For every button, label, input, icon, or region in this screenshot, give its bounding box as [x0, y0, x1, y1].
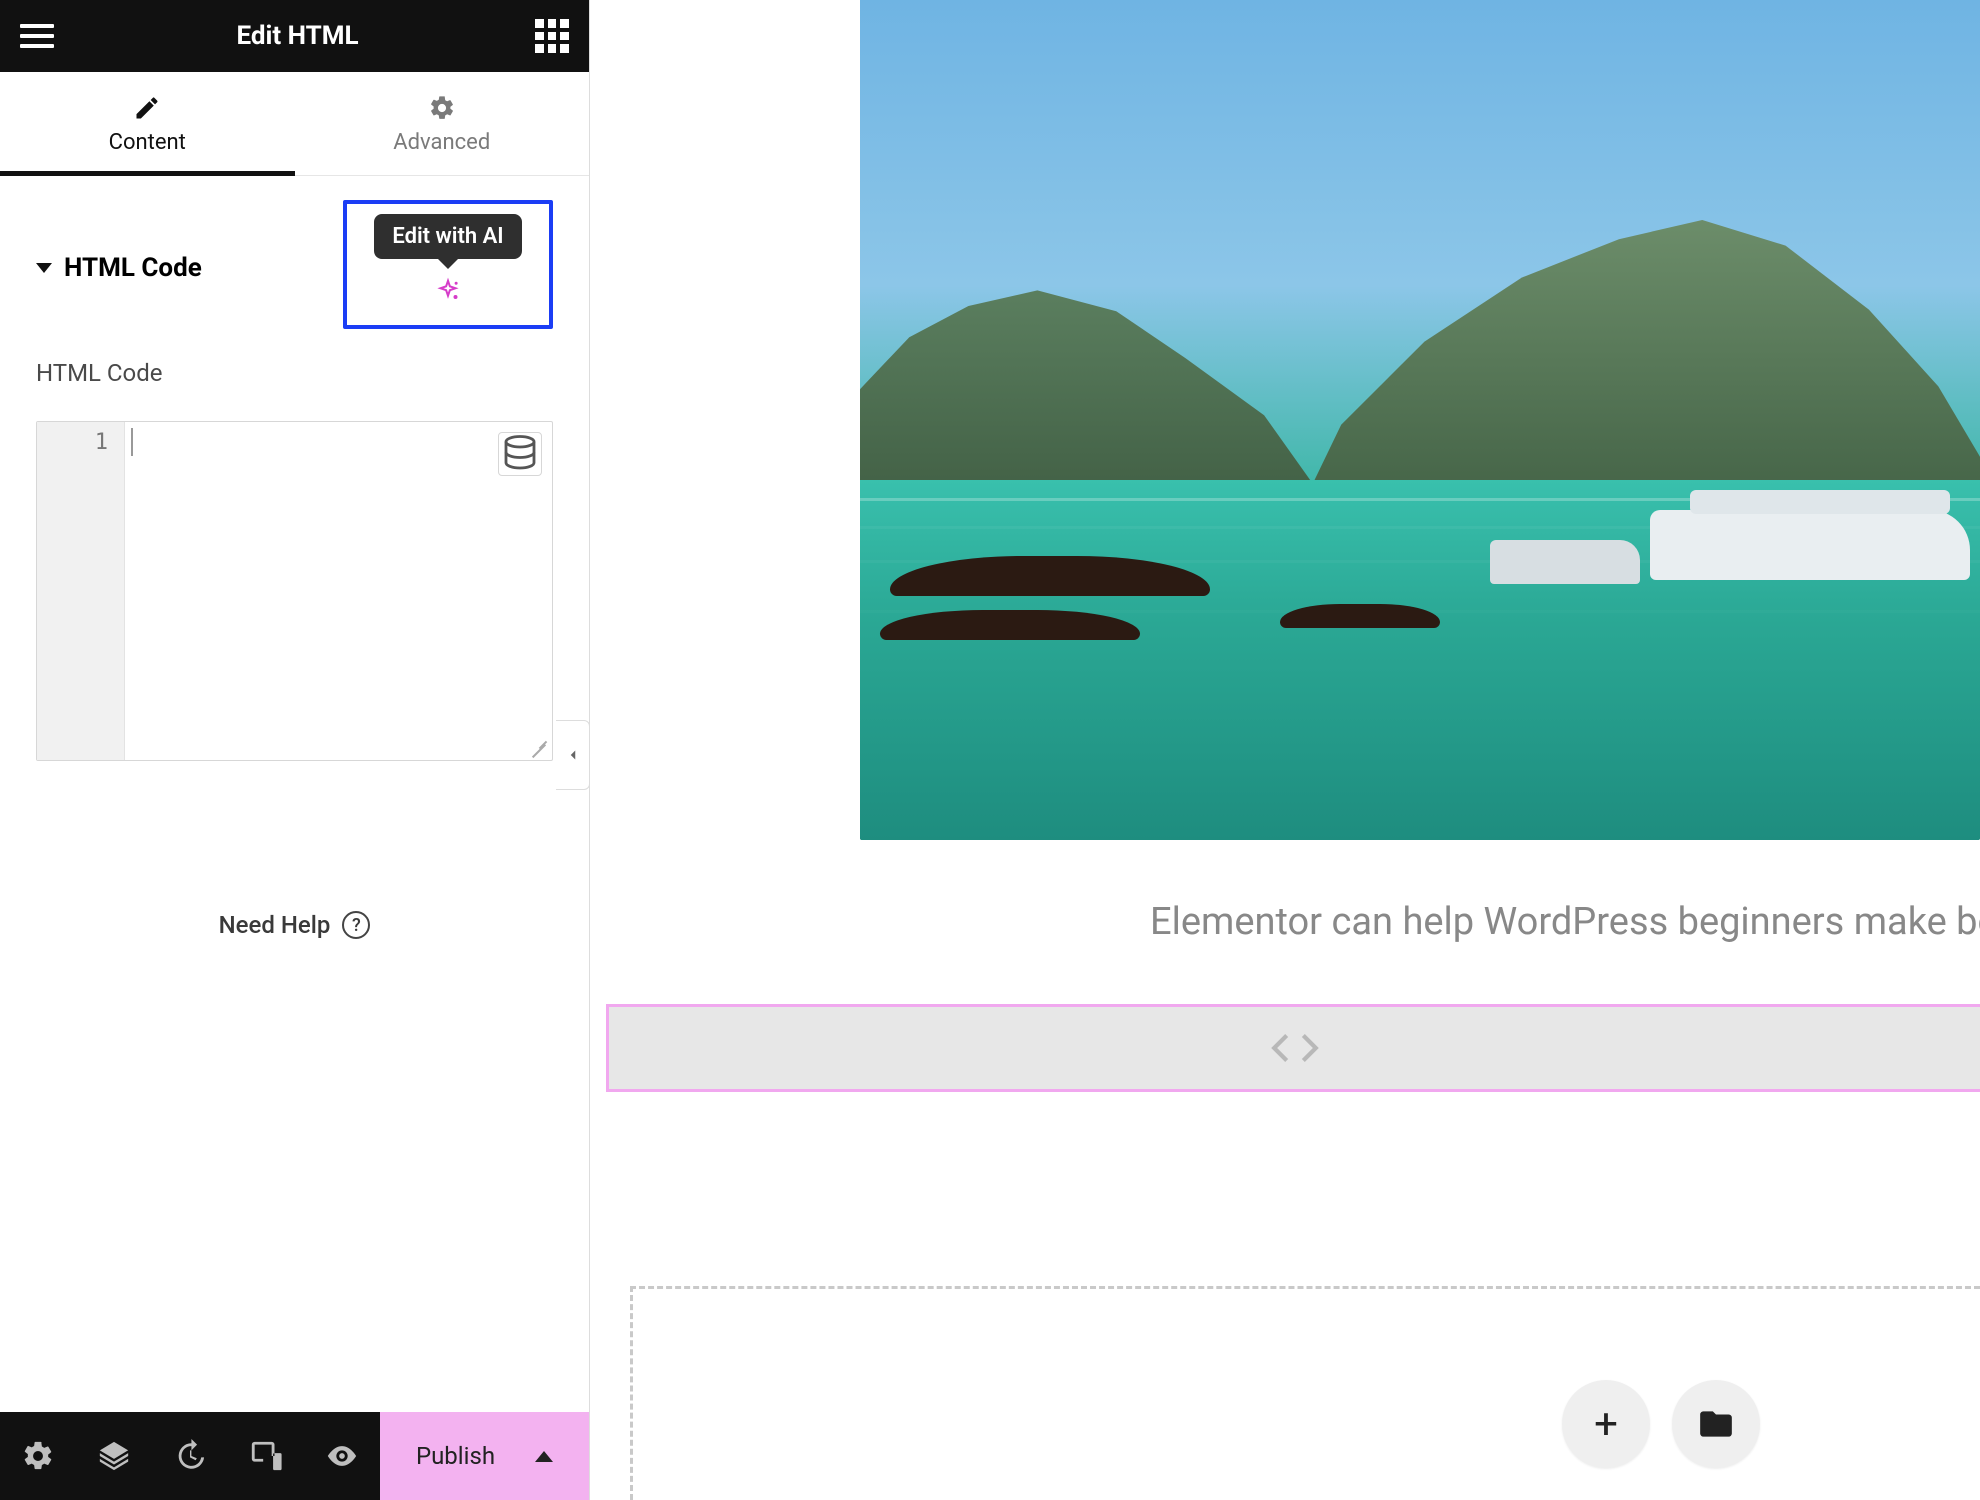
preview-button[interactable]	[320, 1434, 364, 1478]
tab-advanced-label: Advanced	[295, 130, 590, 155]
hero-caption: Elementor can help WordPress beginners m…	[1150, 900, 1980, 944]
menu-icon[interactable]	[20, 16, 60, 56]
responsive-icon	[249, 1439, 283, 1473]
layers-icon	[97, 1439, 131, 1473]
history-button[interactable]	[168, 1434, 212, 1478]
plus-icon: +	[1594, 1400, 1618, 1449]
help-icon: ?	[342, 911, 370, 939]
boat-icon	[880, 610, 1140, 640]
html-code-editor[interactable]: 1	[36, 421, 553, 761]
footer-toolbar	[0, 1412, 380, 1500]
edit-with-ai-highlight: Edit with AI	[343, 200, 553, 329]
panel-title: Edit HTML	[60, 21, 535, 51]
need-help-link[interactable]: Need Help ?	[0, 911, 589, 939]
eye-icon	[325, 1439, 359, 1473]
code-editor-area[interactable]	[125, 422, 552, 760]
need-help-label: Need Help	[219, 911, 331, 939]
section-title: HTML Code	[64, 253, 202, 283]
widgets-grid-icon[interactable]	[535, 19, 569, 53]
ship-icon	[1490, 540, 1640, 584]
panel-collapse-handle[interactable]	[556, 720, 590, 790]
ai-sparkle-button[interactable]	[365, 277, 531, 307]
gear-icon	[428, 94, 456, 122]
chevron-up-icon	[535, 1451, 553, 1462]
tab-content-label: Content	[0, 130, 295, 155]
pencil-icon	[133, 94, 161, 122]
html-widget-placeholder[interactable]	[606, 1004, 1980, 1092]
edit-with-ai-tooltip: Edit with AI	[374, 214, 521, 259]
template-library-button[interactable]	[1672, 1380, 1760, 1468]
drop-area[interactable]	[630, 1286, 1980, 1500]
gear-icon	[21, 1439, 55, 1473]
tabs: Content Advanced	[0, 72, 589, 176]
folder-icon	[1697, 1405, 1735, 1443]
database-icon	[499, 433, 541, 475]
preview-canvas[interactable]: Elementor can help WordPress beginners m…	[590, 0, 1980, 1500]
dynamic-tags-button[interactable]	[498, 432, 542, 476]
tab-content[interactable]: Content	[0, 72, 295, 175]
responsive-button[interactable]	[244, 1434, 288, 1478]
settings-button[interactable]	[16, 1434, 60, 1478]
publish-button[interactable]: Publish	[380, 1412, 589, 1500]
history-icon	[173, 1439, 207, 1473]
section-html-code: HTML Code Edit with AI HTML Code	[0, 176, 589, 397]
section-toggle[interactable]: HTML Code	[36, 253, 202, 283]
resize-grip-icon[interactable]	[530, 738, 548, 756]
caret-down-icon	[36, 263, 52, 273]
ferry-icon	[1650, 510, 1970, 580]
drop-area-buttons: +	[1562, 1380, 1760, 1468]
add-widget-button[interactable]: +	[1562, 1380, 1650, 1468]
tab-advanced[interactable]: Advanced	[295, 72, 590, 175]
text-cursor	[131, 428, 133, 456]
boat-icon	[1280, 604, 1440, 628]
field-label-html-code: HTML Code	[36, 359, 553, 387]
code-editor-wrap: 1	[36, 421, 553, 761]
sparkle-icon	[433, 277, 463, 307]
code-gutter: 1	[37, 422, 125, 760]
editor-panel: Edit HTML Content Advanced HTML Code	[0, 0, 590, 1500]
hero-image	[860, 0, 1980, 840]
publish-label: Publish	[416, 1442, 495, 1470]
panel-header: Edit HTML	[0, 0, 589, 72]
navigator-button[interactable]	[92, 1434, 136, 1478]
panel-footer: Publish	[0, 1412, 589, 1500]
chevron-left-icon	[564, 746, 582, 764]
code-icon	[1270, 1023, 1320, 1073]
line-number-1: 1	[37, 430, 108, 455]
